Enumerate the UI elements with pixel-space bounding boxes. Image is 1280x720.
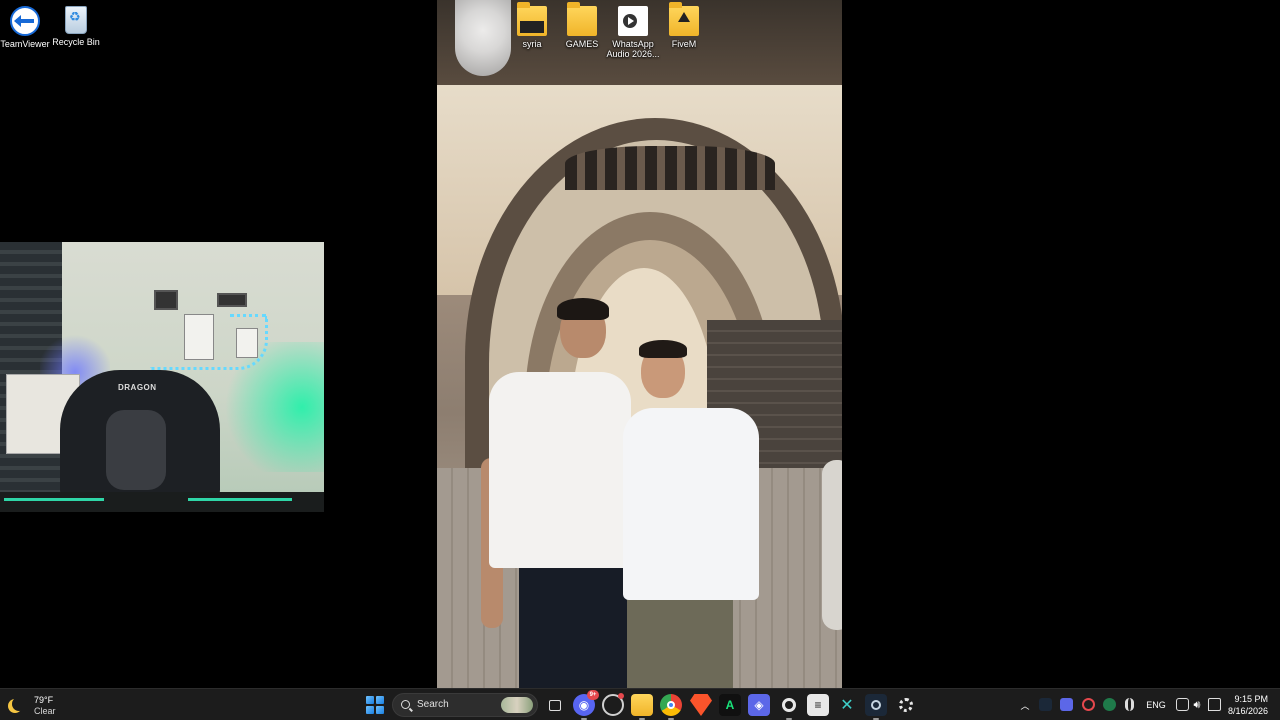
- brave-button[interactable]: [690, 694, 712, 716]
- app-button[interactable]: ≡: [807, 694, 829, 716]
- discord-taskbar-button[interactable]: ◉ 9+: [573, 690, 599, 720]
- search-box[interactable]: Search: [392, 693, 538, 717]
- steam-button[interactable]: [865, 694, 887, 720]
- system-clock[interactable]: 9:15 PM 8/16/2026: [1228, 693, 1268, 717]
- folder-icon: [517, 2, 547, 36]
- cube-tray-icon[interactable]: [1060, 698, 1073, 711]
- steam-tray-icon[interactable]: [1039, 698, 1052, 711]
- steelseries-button[interactable]: [778, 694, 800, 720]
- app-tray-icon[interactable]: [1082, 698, 1095, 711]
- discord-icon: ◉: [578, 698, 590, 712]
- app-taskbar-button[interactable]: [602, 693, 624, 716]
- task-view-button[interactable]: [544, 694, 566, 716]
- notification-icon[interactable]: [1208, 698, 1221, 711]
- start-button[interactable]: [366, 696, 384, 714]
- desktop-icon-recycle-bin[interactable]: Recycle Bin: [45, 2, 107, 47]
- app-icon: ≡: [814, 698, 822, 712]
- taskbar: 79°F Clear Search ◉ 9+ A ◈ ≡ ✕ ︿ ENG 🔊︎ …: [0, 688, 1280, 720]
- task-view-icon: [549, 699, 561, 711]
- cube-icon: ◈: [754, 698, 764, 712]
- weather-widget[interactable]: 79°F Clear: [10, 692, 80, 718]
- language-indicator[interactable]: ENG: [1144, 689, 1168, 720]
- file-explorer-button[interactable]: [631, 694, 653, 720]
- recycle-bin-icon: [65, 6, 87, 34]
- chrome-button[interactable]: [660, 694, 682, 720]
- steelseries-icon: [782, 698, 796, 712]
- teamviewer-icon: [10, 6, 40, 36]
- app-icon: [618, 693, 624, 699]
- green-app-button[interactable]: A: [719, 694, 741, 716]
- wallpaper-photo: [437, 0, 842, 688]
- a-icon: A: [725, 698, 735, 712]
- folder-icon: [567, 2, 597, 36]
- x-app-button[interactable]: ✕: [836, 694, 858, 716]
- audio-file-icon: [618, 6, 648, 36]
- microphone-icon[interactable]: [1125, 698, 1134, 711]
- folder-icon: [669, 2, 699, 36]
- x-icon: ✕: [840, 697, 854, 714]
- nvidia-tray-icon[interactable]: [1103, 698, 1116, 711]
- webcam-frame-bar: [0, 492, 324, 512]
- search-icon: [401, 700, 410, 709]
- search-highlight-image: [501, 697, 533, 713]
- moon-icon: [12, 697, 26, 711]
- steam-icon: [871, 700, 881, 710]
- volume-icon[interactable]: 🔊︎: [1190, 689, 1204, 720]
- steelseries-gg-button[interactable]: [895, 694, 917, 716]
- notification-badge: 9+: [587, 690, 599, 700]
- steelseries-icon: [899, 698, 913, 712]
- chevron-up-icon: ︿: [1020, 700, 1030, 711]
- cube-app-button[interactable]: ◈: [748, 694, 770, 716]
- desktop-icon-fivem[interactable]: FiveM: [653, 2, 715, 49]
- show-hidden-icons[interactable]: ︿: [1018, 689, 1032, 720]
- webcam-overlay[interactable]: DRAGON: [0, 242, 324, 512]
- chrome-icon: [667, 701, 675, 709]
- chair-logo: DRAGON: [118, 383, 157, 392]
- network-icon[interactable]: [1176, 698, 1189, 711]
